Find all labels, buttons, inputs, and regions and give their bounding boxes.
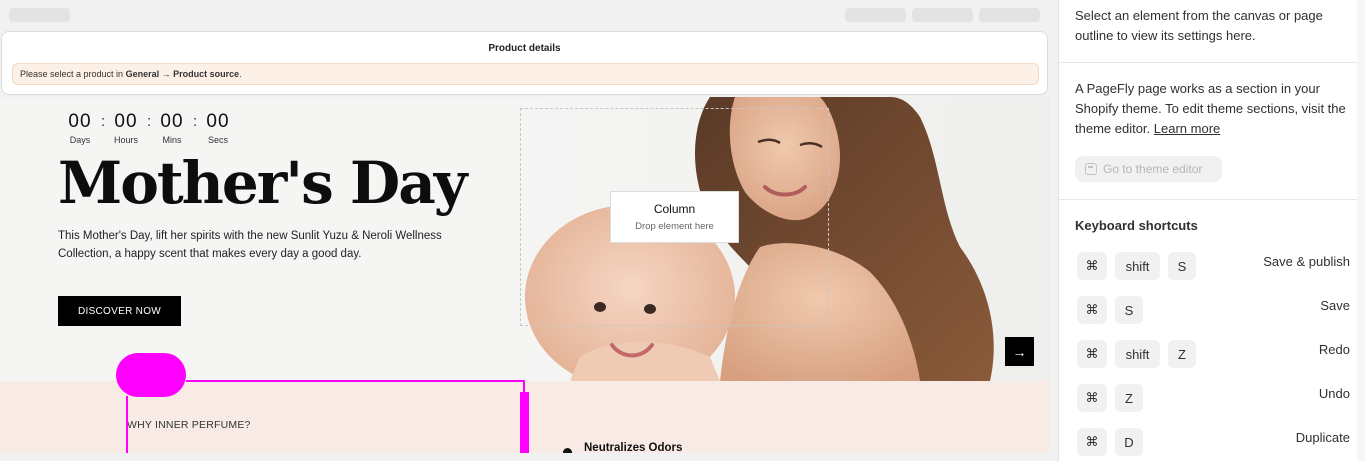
settings-sidebar: Select an element from the canvas or pag… — [1058, 0, 1358, 461]
shortcut-label: Save — [1320, 298, 1350, 313]
notice-prefix: Please select a product in — [20, 69, 126, 79]
toolbar-placeholder-right-1 — [845, 8, 906, 22]
highlight-connector-left — [126, 396, 128, 453]
shortcut-label: Undo — [1318, 386, 1350, 401]
sidebar-scrollbar[interactable] — [1357, 0, 1365, 461]
product-details-panel: Product details Please select a product … — [1, 31, 1048, 95]
command-key: ⌘ — [1077, 384, 1107, 412]
discover-now-button[interactable]: DISCOVER NOW — [58, 296, 181, 326]
countdown-days-label: Days — [69, 135, 91, 145]
hero-section[interactable]: 00 Days : 00 Hours : 00 Mins : 00 Secs M… — [0, 97, 1050, 381]
countdown-mins-value: 00 — [160, 111, 184, 132]
sidebar-intro: Select an element from the canvas or pag… — [1075, 8, 1323, 43]
canvas-bottom-edge — [0, 453, 1050, 461]
letter-key: Z — [1168, 340, 1196, 368]
command-key: ⌘ — [1077, 252, 1107, 280]
command-key: ⌘ — [1077, 340, 1107, 368]
shift-key: shift — [1115, 340, 1160, 368]
toolbar-placeholder-left — [9, 8, 70, 22]
notice-path: General → Product source — [125, 69, 240, 79]
command-key: ⌘ — [1077, 296, 1107, 324]
letter-key: S — [1168, 252, 1196, 280]
shortcut-row: ⌘ Z Undo — [1075, 384, 1350, 412]
learn-more-link[interactable]: Learn more — [1154, 121, 1220, 136]
go-to-theme-editor-button[interactable]: Go to theme editor — [1075, 156, 1222, 182]
theme-button-label: Go to theme editor — [1103, 162, 1203, 176]
hero-description: This Mother's Day, lift her spirits with… — [58, 230, 442, 260]
shift-key: shift — [1115, 252, 1160, 280]
letter-key: Z — [1115, 384, 1143, 412]
hero-heading: Mother's Day — [58, 149, 467, 217]
countdown-secs-label: Secs — [207, 135, 228, 145]
letter-key: S — [1115, 296, 1143, 324]
countdown-days-value: 00 — [68, 111, 92, 132]
slider-next-button[interactable]: → — [1005, 337, 1034, 366]
editor-canvas[interactable]: Product details Please select a product … — [0, 0, 1050, 461]
countdown-days: 00 Days — [58, 111, 102, 145]
keyboard-shortcuts-title: Keyboard shortcuts — [1075, 218, 1198, 233]
shortcut-row: ⌘ S Save — [1075, 296, 1350, 324]
command-key: ⌘ — [1077, 428, 1107, 456]
highlight-pill — [116, 353, 186, 397]
countdown-secs: 00 Secs — [196, 111, 240, 145]
sidebar-divider — [1059, 62, 1358, 63]
countdown-secs-value: 00 — [206, 111, 230, 132]
theme-editor-icon — [1085, 163, 1097, 175]
shortcut-row: ⌘ shift S Save & publish — [1075, 252, 1350, 280]
column-label: Column — [653, 202, 696, 216]
shortcut-label: Duplicate — [1295, 430, 1350, 445]
drop-element-hint: Drop element here — [635, 221, 714, 232]
product-details-title: Product details — [488, 43, 561, 54]
countdown-mins-label: Mins — [162, 135, 182, 145]
why-eyebrow: WHY INNER PERFUME? — [127, 419, 251, 431]
highlight-bar — [520, 392, 529, 453]
toolbar-placeholder-right-3 — [979, 8, 1040, 22]
notice-suffix: . — [239, 69, 242, 79]
app-window: Product details Please select a product … — [0, 0, 1365, 461]
shortcut-label: Save & publish — [1263, 254, 1350, 269]
theme-info: A PageFly page works as a section in you… — [1075, 79, 1350, 139]
sidebar-divider — [1059, 199, 1358, 200]
shortcut-label: Redo — [1318, 342, 1350, 357]
shortcut-row: ⌘ D Duplicate — [1075, 428, 1350, 456]
shortcut-row: ⌘ shift Z Redo — [1075, 340, 1350, 368]
product-source-notice: Please select a product in General → Pro… — [12, 63, 1039, 85]
highlight-connector-horizontal — [186, 380, 525, 382]
column-placeholder-card[interactable]: Column Drop element here — [610, 191, 739, 243]
toolbar-placeholder-right-2 — [912, 8, 973, 22]
countdown-hours-label: Hours — [113, 135, 138, 145]
countdown-mins: 00 Mins — [150, 111, 194, 145]
letter-key: D — [1115, 428, 1143, 456]
countdown-hours-value: 00 — [114, 111, 138, 132]
arrow-right-icon: → — [1012, 343, 1027, 360]
countdown-hours: 00 Hours — [104, 111, 148, 145]
